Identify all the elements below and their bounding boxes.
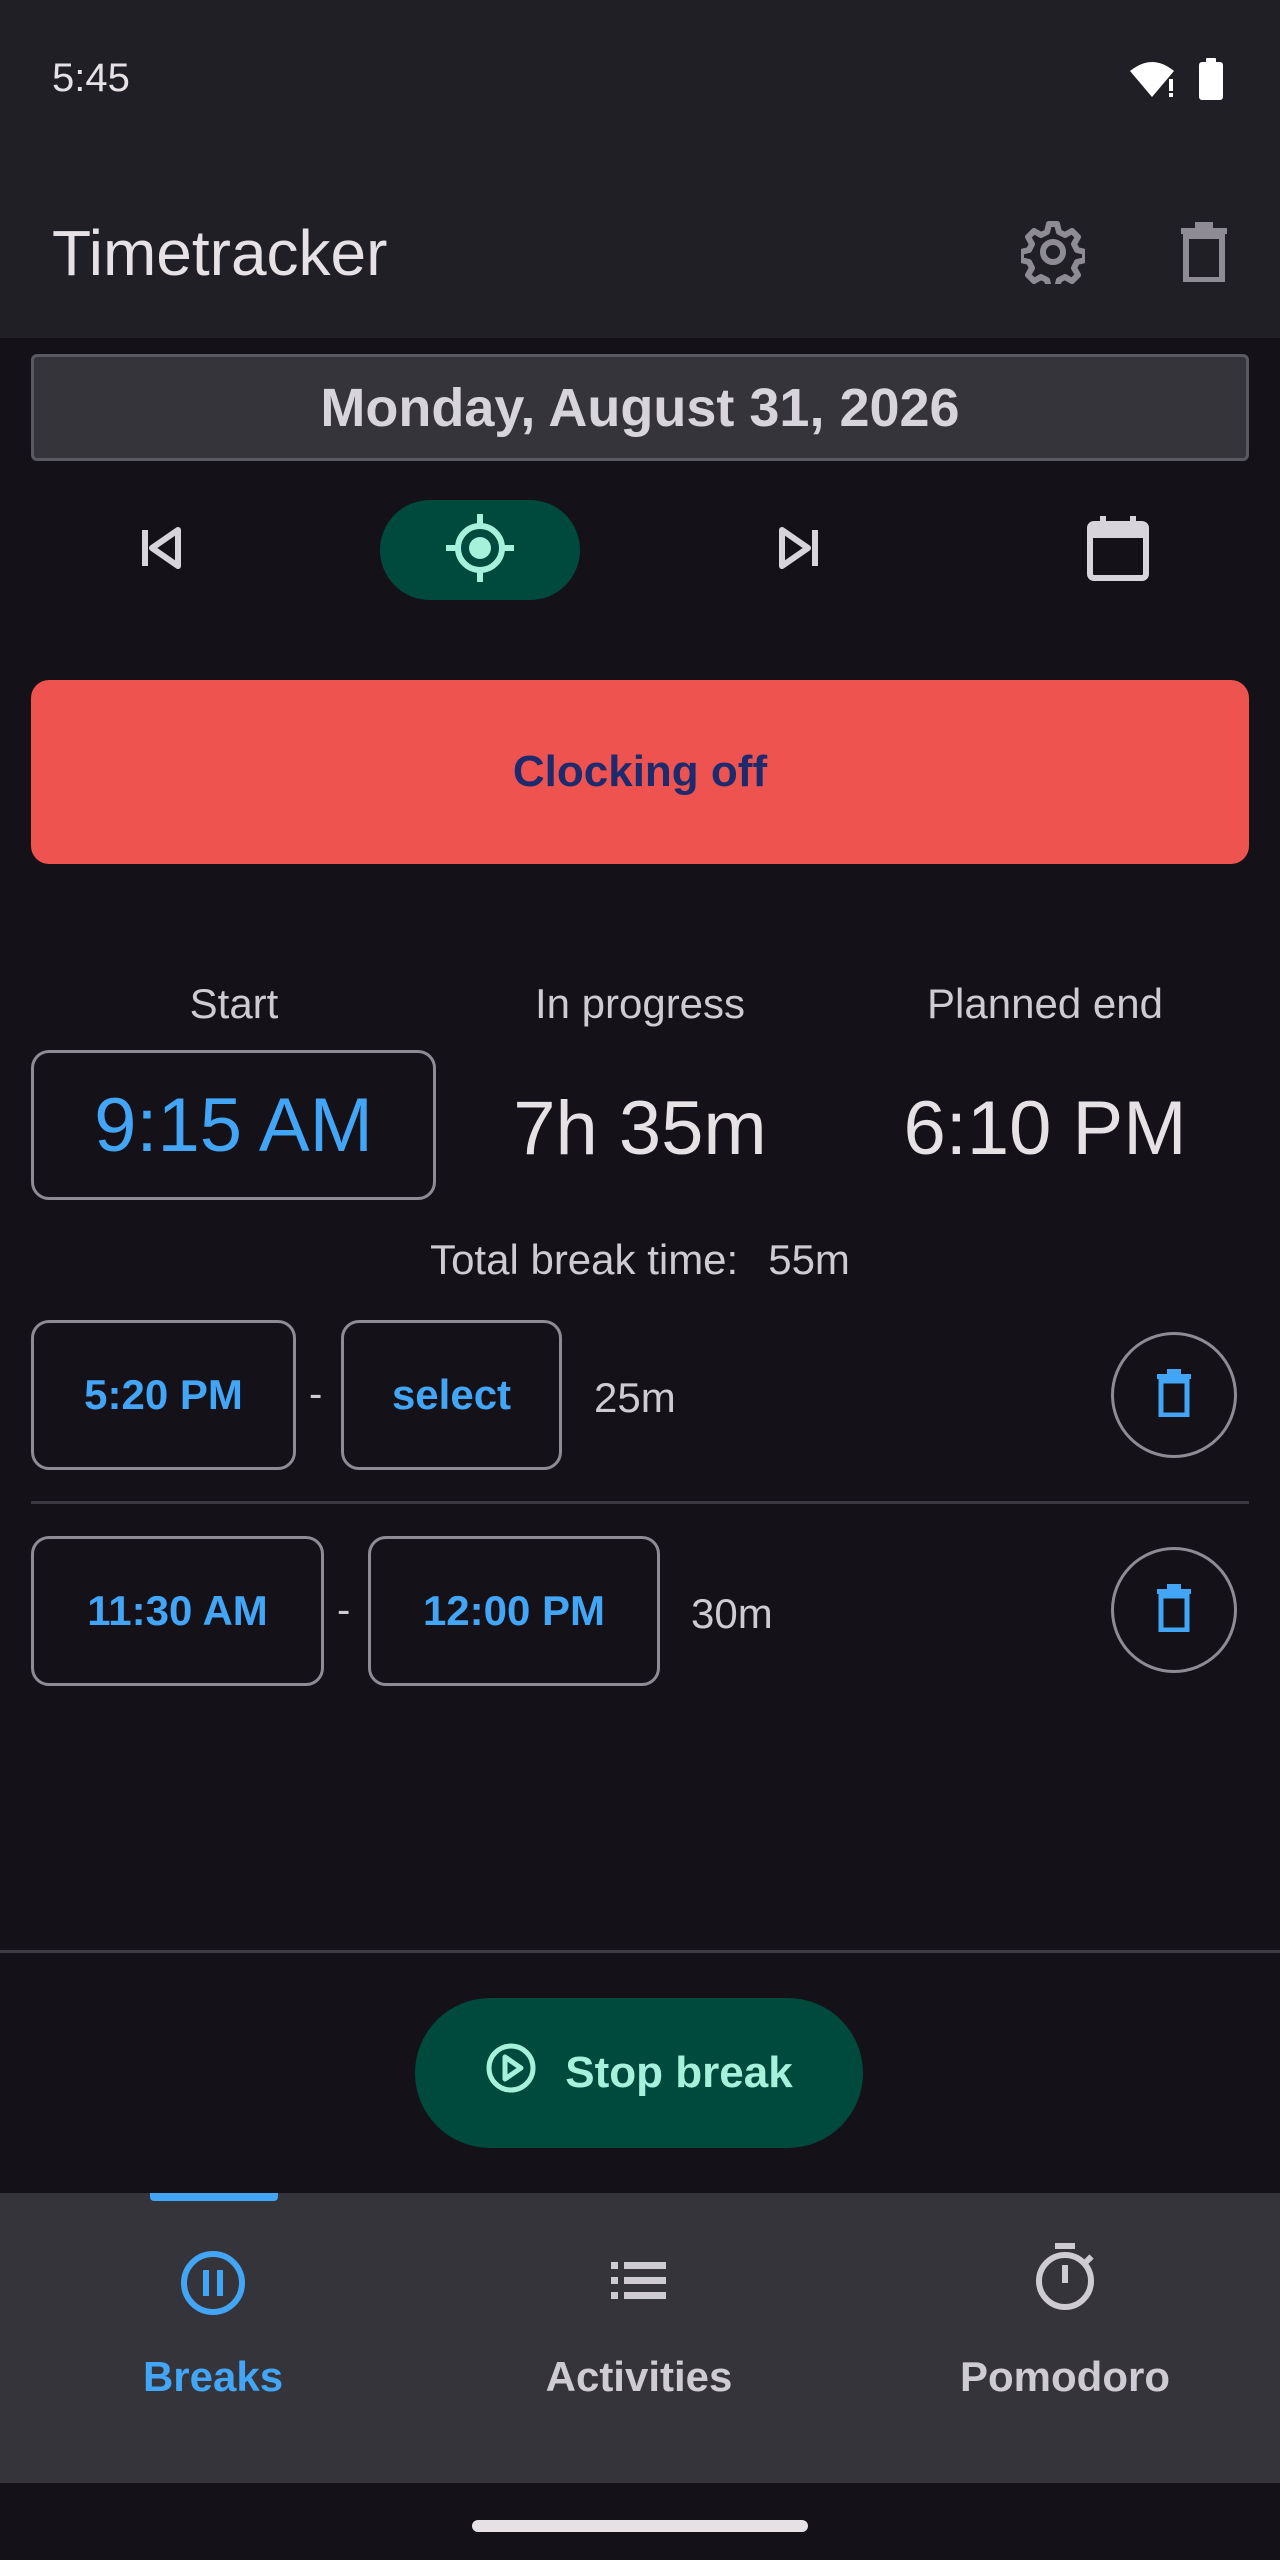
in-progress-value: 7h 35m [513, 1086, 767, 1171]
nav-item-pomodoro[interactable]: Pomodoro [852, 2193, 1278, 2483]
pause-circle-icon [178, 2248, 248, 2323]
trash-icon [1156, 1368, 1192, 1422]
app-title: Timetracker [52, 217, 388, 289]
break-2-delete-button[interactable] [1111, 1547, 1237, 1673]
gear-icon [1018, 220, 1088, 291]
trash-icon [1179, 221, 1229, 287]
break-2-duration: 30m [691, 1590, 773, 1637]
calendar-button[interactable] [1068, 500, 1168, 600]
total-break-label: Total break time: [430, 1236, 739, 1283]
in-progress-label: In progress [534, 980, 746, 1027]
screen: 5:45 Timetracker Monday, August 31, 2026… [0, 0, 1280, 2560]
nav-item-activities[interactable]: Activities [426, 2193, 852, 2483]
break-1-end-button[interactable]: select [341, 1320, 562, 1470]
delete-day-button[interactable] [1154, 204, 1254, 304]
status-bar: 5:45 [0, 0, 1280, 170]
break-1-delete-button[interactable] [1111, 1332, 1237, 1458]
previous-day-button[interactable] [110, 500, 210, 600]
planned-end-label: Planned end [927, 980, 1163, 1027]
bottom-navigation: Breaks Activities Pomodoro [0, 2193, 1280, 2483]
gesture-area [0, 2483, 1280, 2560]
next-day-button[interactable] [750, 500, 850, 600]
my-location-icon [444, 512, 516, 589]
date-selector[interactable]: Monday, August 31, 2026 [31, 354, 1249, 461]
nav-label-pomodoro: Pomodoro [960, 2353, 1170, 2400]
start-time-button[interactable]: 9:15 AM [31, 1050, 436, 1200]
play-circle-icon [485, 2042, 537, 2105]
today-button[interactable] [380, 500, 580, 600]
bottom-divider [0, 1950, 1280, 1953]
total-break-value: 55m [768, 1236, 850, 1283]
nav-item-breaks[interactable]: Breaks [0, 2193, 426, 2483]
nav-label-activities: Activities [545, 2353, 733, 2400]
stop-break-button[interactable]: Stop break [415, 1998, 863, 2148]
break-2-start-button[interactable]: 11:30 AM [31, 1536, 324, 1686]
break-1-start-button[interactable]: 5:20 PM [31, 1320, 296, 1470]
calendar-icon [1086, 514, 1150, 587]
list-icon [607, 2248, 671, 2317]
nav-selected-indicator [150, 2193, 278, 2201]
start-label: Start [189, 980, 279, 1027]
total-break-time: Total break time: 55m [0, 1236, 1280, 1284]
skip-next-icon [778, 526, 822, 575]
stop-break-label: Stop break [565, 2048, 793, 2097]
break-1-duration: 25m [594, 1374, 676, 1421]
break-2-end-button[interactable]: 12:00 PM [368, 1536, 660, 1686]
settings-button[interactable] [1003, 204, 1103, 304]
clocking-off-button[interactable]: Clocking off [31, 680, 1249, 864]
battery-icon [1198, 58, 1224, 105]
wifi-icon [1128, 59, 1176, 104]
break-1-separator: - [309, 1372, 323, 1416]
planned-end-value: 6:10 PM [903, 1086, 1187, 1171]
home-gesture-bar[interactable] [472, 2520, 808, 2532]
nav-label-breaks: Breaks [142, 2353, 284, 2400]
app-bar: Timetracker [0, 170, 1280, 338]
break-divider [31, 1501, 1249, 1504]
break-2-separator: - [337, 1588, 351, 1632]
status-time: 5:45 [52, 56, 130, 100]
timer-icon [1033, 2241, 1097, 2318]
status-icons [1128, 58, 1224, 105]
trash-icon [1156, 1583, 1192, 1637]
skip-previous-icon [138, 526, 182, 575]
